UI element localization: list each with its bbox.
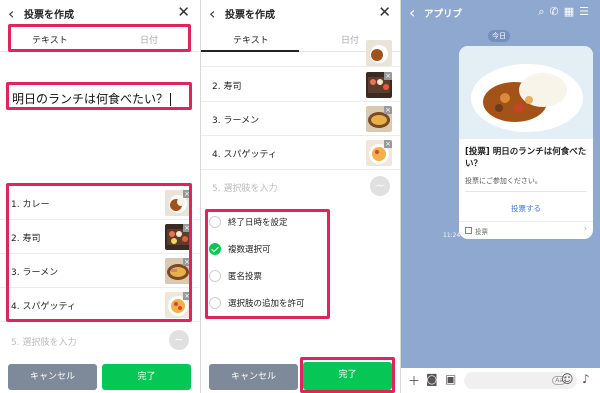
vote-link[interactable]: 投票する bbox=[459, 203, 593, 214]
add-option-placeholder: 5. 選択肢を入力 bbox=[212, 184, 278, 194]
back-icon[interactable]: ‹ bbox=[409, 3, 415, 22]
highlight-tabs bbox=[8, 24, 191, 52]
ramen-photo: × bbox=[366, 106, 392, 132]
add-option-row[interactable]: 5. 選択肢を入力 ∼ bbox=[201, 170, 400, 204]
cancel-button[interactable]: キャンセル bbox=[209, 364, 298, 390]
done-button[interactable]: 完了 bbox=[102, 364, 191, 390]
option-row-partial bbox=[201, 40, 400, 67]
chat-panel: ‹ アプリブ ⌕✆▦☰ 今日 [投票] 明日のランチは何食べたい？ 投票にご参加… bbox=[401, 0, 600, 393]
remove-photo-icon[interactable]: × bbox=[384, 106, 392, 114]
header-icons: ⌕✆▦☰ bbox=[538, 5, 594, 19]
chat-name: アプリブ bbox=[424, 9, 463, 20]
sushi-photo: × bbox=[366, 72, 392, 98]
option-row[interactable]: 2. 寿司 × bbox=[201, 68, 400, 102]
page-title: 投票を作成 bbox=[225, 10, 275, 21]
option-label: 4. スパゲッティ bbox=[212, 150, 277, 160]
card-subtitle: 投票にご参加ください。 bbox=[465, 177, 542, 185]
header: ‹ 投票を作成 ✕ bbox=[0, 0, 199, 27]
highlight-settings bbox=[205, 209, 330, 319]
curry-image bbox=[459, 46, 593, 139]
emoji-icon[interactable]: ☺ bbox=[561, 372, 574, 386]
highlight-done bbox=[300, 357, 395, 393]
poll-message-card[interactable]: [投票] 明日のランチは何食べたい？ 投票にご参加ください。 投票する 投票 › bbox=[459, 46, 593, 239]
image-icon[interactable]: ▣ bbox=[445, 372, 456, 386]
page-title: 投票を作成 bbox=[24, 10, 74, 21]
calendar-icon[interactable]: ▦ bbox=[564, 5, 579, 18]
menu-icon[interactable]: ☰ bbox=[579, 5, 594, 18]
tab-text[interactable]: テキスト bbox=[233, 33, 269, 46]
camera-icon[interactable]: ◙ bbox=[426, 372, 438, 386]
close-icon[interactable]: ✕ bbox=[177, 3, 190, 21]
highlight-question bbox=[6, 82, 192, 110]
close-icon[interactable]: ✕ bbox=[378, 3, 391, 21]
back-icon[interactable]: ‹ bbox=[209, 4, 215, 23]
message-input-bar: ＋ ◙ ▣ Aa ☺ ♪ bbox=[401, 368, 600, 393]
option-row[interactable]: 3. ラーメン × bbox=[201, 102, 400, 136]
mic-icon[interactable]: ♪ bbox=[582, 372, 590, 386]
highlight-options bbox=[6, 183, 192, 322]
option-label: 2. 寿司 bbox=[212, 82, 242, 92]
poll-icon bbox=[465, 227, 472, 234]
spaghetti-photo: × bbox=[366, 140, 392, 166]
date-badge: 今日 bbox=[488, 30, 510, 42]
card-title: [投票] 明日のランチは何食べたい？ bbox=[465, 147, 587, 169]
header: ‹ 投票を作成 ✕ bbox=[201, 0, 400, 27]
card-footer[interactable]: 投票 › bbox=[459, 221, 593, 239]
curry-image bbox=[366, 40, 392, 66]
tab-date[interactable]: 日付 bbox=[341, 33, 359, 46]
option-label: 3. ラーメン bbox=[212, 116, 260, 126]
phone-icon[interactable]: ✆ bbox=[550, 5, 564, 18]
option-row[interactable]: 4. スパゲッティ × bbox=[201, 136, 400, 170]
back-icon[interactable]: ‹ bbox=[8, 4, 14, 23]
add-option-placeholder: 5. 選択肢を入力 bbox=[11, 338, 77, 348]
cancel-button[interactable]: キャンセル bbox=[8, 364, 97, 390]
add-image-icon[interactable]: ∼ bbox=[370, 176, 390, 196]
remove-photo-icon[interactable]: × bbox=[384, 140, 392, 148]
chevron-right-icon: › bbox=[583, 224, 587, 233]
plus-icon[interactable]: ＋ bbox=[408, 372, 420, 389]
poll-create-panel-settings: ‹ 投票を作成 ✕ テキスト 日付 2. 寿司 × 3. ラーメン × 4. ス… bbox=[201, 0, 400, 393]
chat-header: ‹ アプリブ ⌕✆▦☰ bbox=[401, 0, 600, 26]
curry-photo bbox=[366, 40, 392, 66]
footer-label: 投票 bbox=[475, 228, 488, 236]
divider bbox=[465, 191, 587, 192]
add-option-row[interactable]: 5. 選択肢を入力 ∼ bbox=[0, 324, 199, 358]
curry-photo bbox=[459, 46, 593, 139]
search-icon[interactable]: ⌕ bbox=[538, 5, 549, 18]
poll-create-panel-text: ‹ 投票を作成 ✕ テキスト 日付 明日のランチは何食べたい？ 1. カレー ×… bbox=[0, 0, 199, 393]
timestamp: 11:24 bbox=[443, 232, 461, 239]
remove-photo-icon[interactable]: × bbox=[384, 72, 392, 80]
add-image-icon[interactable]: ∼ bbox=[169, 330, 189, 350]
